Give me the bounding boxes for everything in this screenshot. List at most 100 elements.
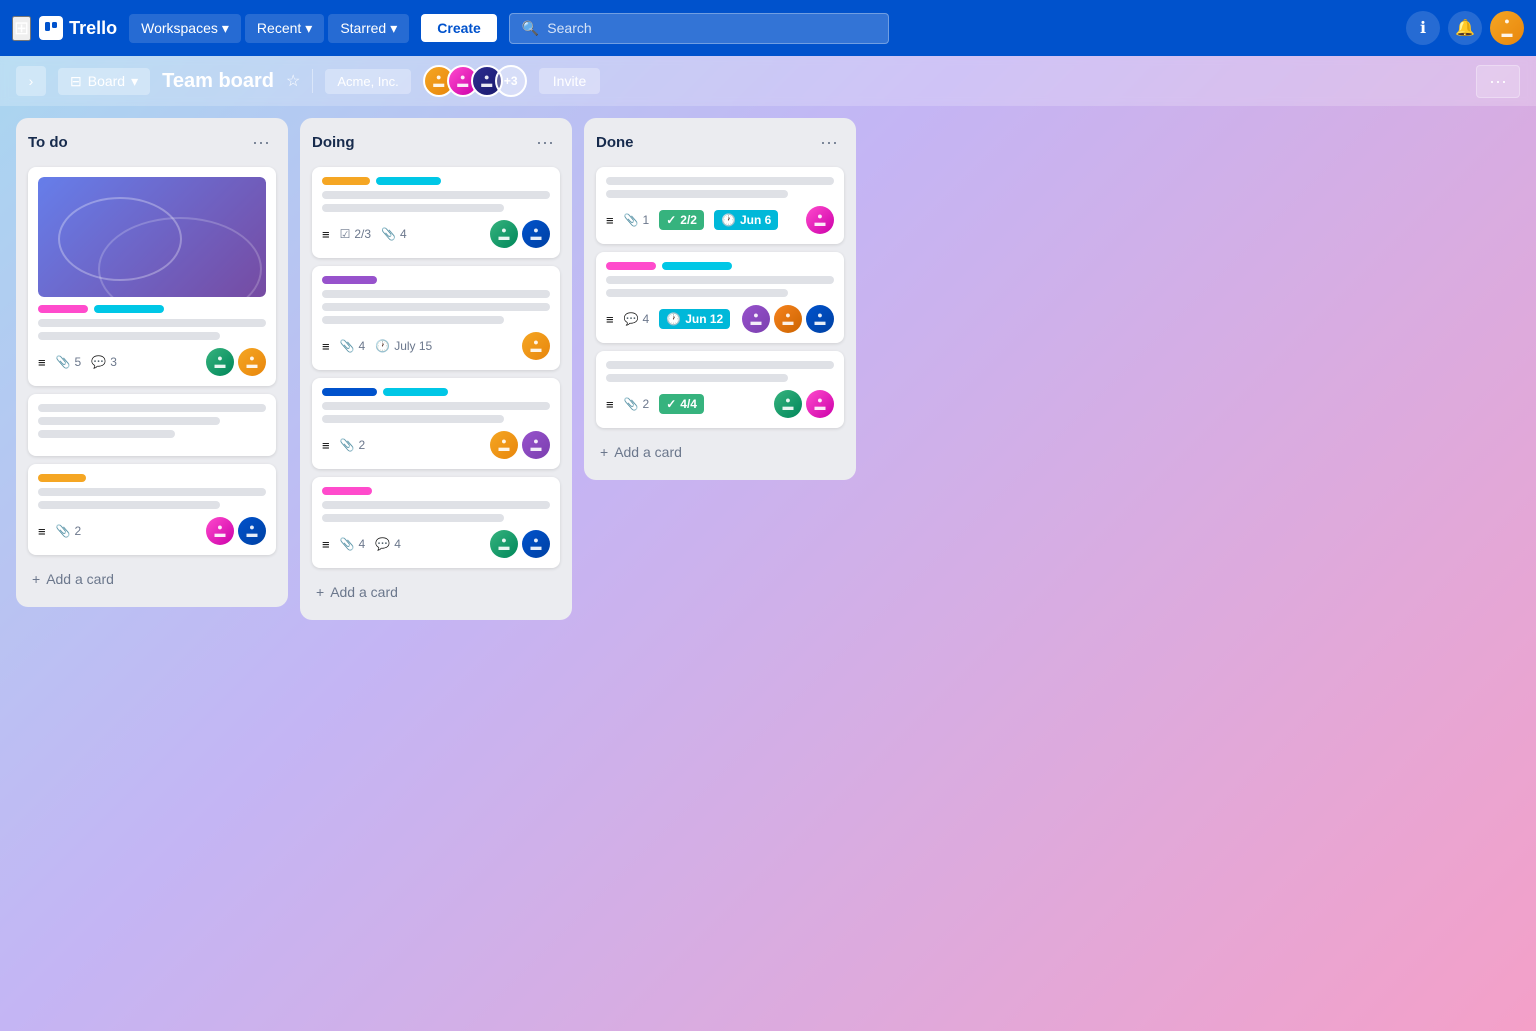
checklist-count: ☑ 2/3 — [340, 227, 371, 241]
card-avatar — [238, 348, 266, 376]
description-icon: ≡ — [606, 312, 614, 327]
user-avatar[interactable] — [1490, 11, 1524, 45]
board-title: Team board — [162, 70, 274, 93]
member-avatar-3[interactable] — [471, 65, 503, 97]
comment-icon: 💬 — [91, 355, 106, 369]
tag-yellow — [38, 474, 86, 482]
comment-count: 💬 3 — [91, 355, 117, 369]
tag-cyan — [94, 305, 164, 313]
due-date-badge: 🕐 Jun 12 — [659, 309, 730, 329]
info-icon-button[interactable]: ℹ — [1406, 11, 1440, 45]
check-icon: ✓ — [666, 213, 676, 227]
card-doing-4[interactable]: ≡ 📎 4 💬 4 — [312, 477, 560, 568]
tag-cyan — [376, 177, 441, 185]
card-doing-1[interactable]: ≡ ☑ 2/3 📎 4 — [312, 167, 560, 258]
card-avatar — [774, 390, 802, 418]
column-todo-header: To do ··· — [28, 130, 276, 155]
card-footer: ≡ 📎 4 💬 4 — [322, 530, 550, 558]
more-options-button[interactable]: ··· — [1476, 65, 1520, 98]
clip-icon: 📎 — [624, 397, 639, 411]
card-line — [322, 290, 550, 298]
column-done: Done ··· ≡ 📎 1 ✓ 2/2 🕐 Jun 6 — [584, 118, 856, 480]
tag-pink — [606, 262, 656, 270]
add-card-button-done[interactable]: + Add a card — [596, 436, 844, 468]
divider — [312, 69, 313, 93]
card-todo-3[interactable]: ≡ 📎 2 — [28, 464, 276, 555]
workspace-name[interactable]: Acme, Inc. — [325, 69, 410, 94]
tag-cyan — [383, 388, 448, 396]
attachment-count: 📎 2 — [56, 524, 82, 538]
create-button[interactable]: Create — [421, 14, 497, 42]
attachment-count: 📎 2 — [624, 397, 650, 411]
column-todo: To do ··· ≡ 📎 5 💬 3 — [16, 118, 288, 607]
card-tags — [38, 474, 266, 482]
card-avatar — [206, 517, 234, 545]
clip-icon: 📎 — [340, 438, 355, 452]
clock-icon: 🕐 — [721, 213, 736, 227]
card-line — [322, 191, 550, 199]
description-icon: ≡ — [322, 339, 330, 354]
card-tags — [322, 276, 550, 284]
search-input[interactable] — [547, 20, 876, 36]
card-avatar — [806, 305, 834, 333]
column-todo-title: To do — [28, 134, 68, 151]
sidebar-toggle-button[interactable]: › — [16, 66, 46, 96]
check-icon: ☑ — [340, 227, 351, 241]
card-avatars — [490, 530, 550, 558]
description-icon: ≡ — [606, 213, 614, 228]
starred-menu[interactable]: Starred ▾ — [328, 14, 409, 43]
comment-count: 💬 4 — [624, 312, 650, 326]
plus-icon: + — [316, 584, 324, 600]
card-avatar — [206, 348, 234, 376]
card-line — [38, 488, 266, 496]
column-doing: Doing ··· ≡ ☑ 2/3 📎 4 — [300, 118, 572, 620]
card-footer: ≡ 💬 4 🕐 Jun 12 — [606, 305, 834, 333]
card-done-3[interactable]: ≡ 📎 2 ✓ 4/4 — [596, 351, 844, 428]
grid-icon[interactable]: ⊞ — [12, 16, 31, 41]
card-text — [322, 191, 550, 212]
card-footer: ≡ 📎 2 — [322, 431, 550, 459]
card-done-2[interactable]: ≡ 💬 4 🕐 Jun 12 — [596, 252, 844, 343]
workspaces-menu[interactable]: Workspaces ▾ — [129, 14, 241, 43]
trello-logo[interactable]: Trello — [39, 16, 117, 40]
board-view-button[interactable]: ⊟ Board ▾ — [58, 68, 150, 95]
chevron-right-icon: › — [29, 73, 34, 89]
notification-bell-button[interactable]: 🔔 — [1448, 11, 1482, 45]
card-todo-1[interactable]: ≡ 📎 5 💬 3 — [28, 167, 276, 386]
invite-button[interactable]: Invite — [539, 68, 600, 94]
card-doing-2[interactable]: ≡ 📎 4 🕐 July 15 — [312, 266, 560, 370]
card-avatar — [522, 332, 550, 360]
card-todo-2[interactable] — [28, 394, 276, 456]
card-done-1[interactable]: ≡ 📎 1 ✓ 2/2 🕐 Jun 6 — [596, 167, 844, 244]
chevron-down-icon: ▾ — [305, 20, 312, 37]
card-text — [322, 290, 550, 324]
card-text — [38, 404, 266, 438]
search-bar[interactable]: 🔍 — [509, 13, 889, 44]
column-doing-menu[interactable]: ··· — [530, 130, 560, 155]
attachment-count: 📎 5 — [56, 355, 82, 369]
card-tags — [322, 487, 550, 495]
search-icon: 🔍 — [522, 20, 539, 37]
add-card-button-doing[interactable]: + Add a card — [312, 576, 560, 608]
attachment-count: 📎 4 — [340, 339, 366, 353]
card-avatar — [490, 220, 518, 248]
description-icon: ≡ — [38, 355, 46, 370]
column-done-menu[interactable]: ··· — [814, 130, 844, 155]
card-avatars — [490, 431, 550, 459]
recent-menu[interactable]: Recent ▾ — [245, 14, 324, 43]
description-icon: ≡ — [322, 537, 330, 552]
card-doing-3[interactable]: ≡ 📎 2 — [312, 378, 560, 469]
card-line — [38, 501, 220, 509]
description-icon: ≡ — [322, 438, 330, 453]
column-todo-menu[interactable]: ··· — [246, 130, 276, 155]
card-line — [606, 289, 788, 297]
card-cover-image — [38, 177, 266, 297]
card-footer: ≡ 📎 4 🕐 July 15 — [322, 332, 550, 360]
add-card-button-todo[interactable]: + Add a card — [28, 563, 276, 595]
clip-icon: 📎 — [56, 355, 71, 369]
card-avatar — [490, 431, 518, 459]
card-line — [322, 303, 550, 311]
comment-count: 💬 4 — [375, 537, 401, 551]
chevron-down-icon: ▾ — [390, 20, 397, 37]
star-button[interactable]: ☆ — [286, 71, 300, 91]
